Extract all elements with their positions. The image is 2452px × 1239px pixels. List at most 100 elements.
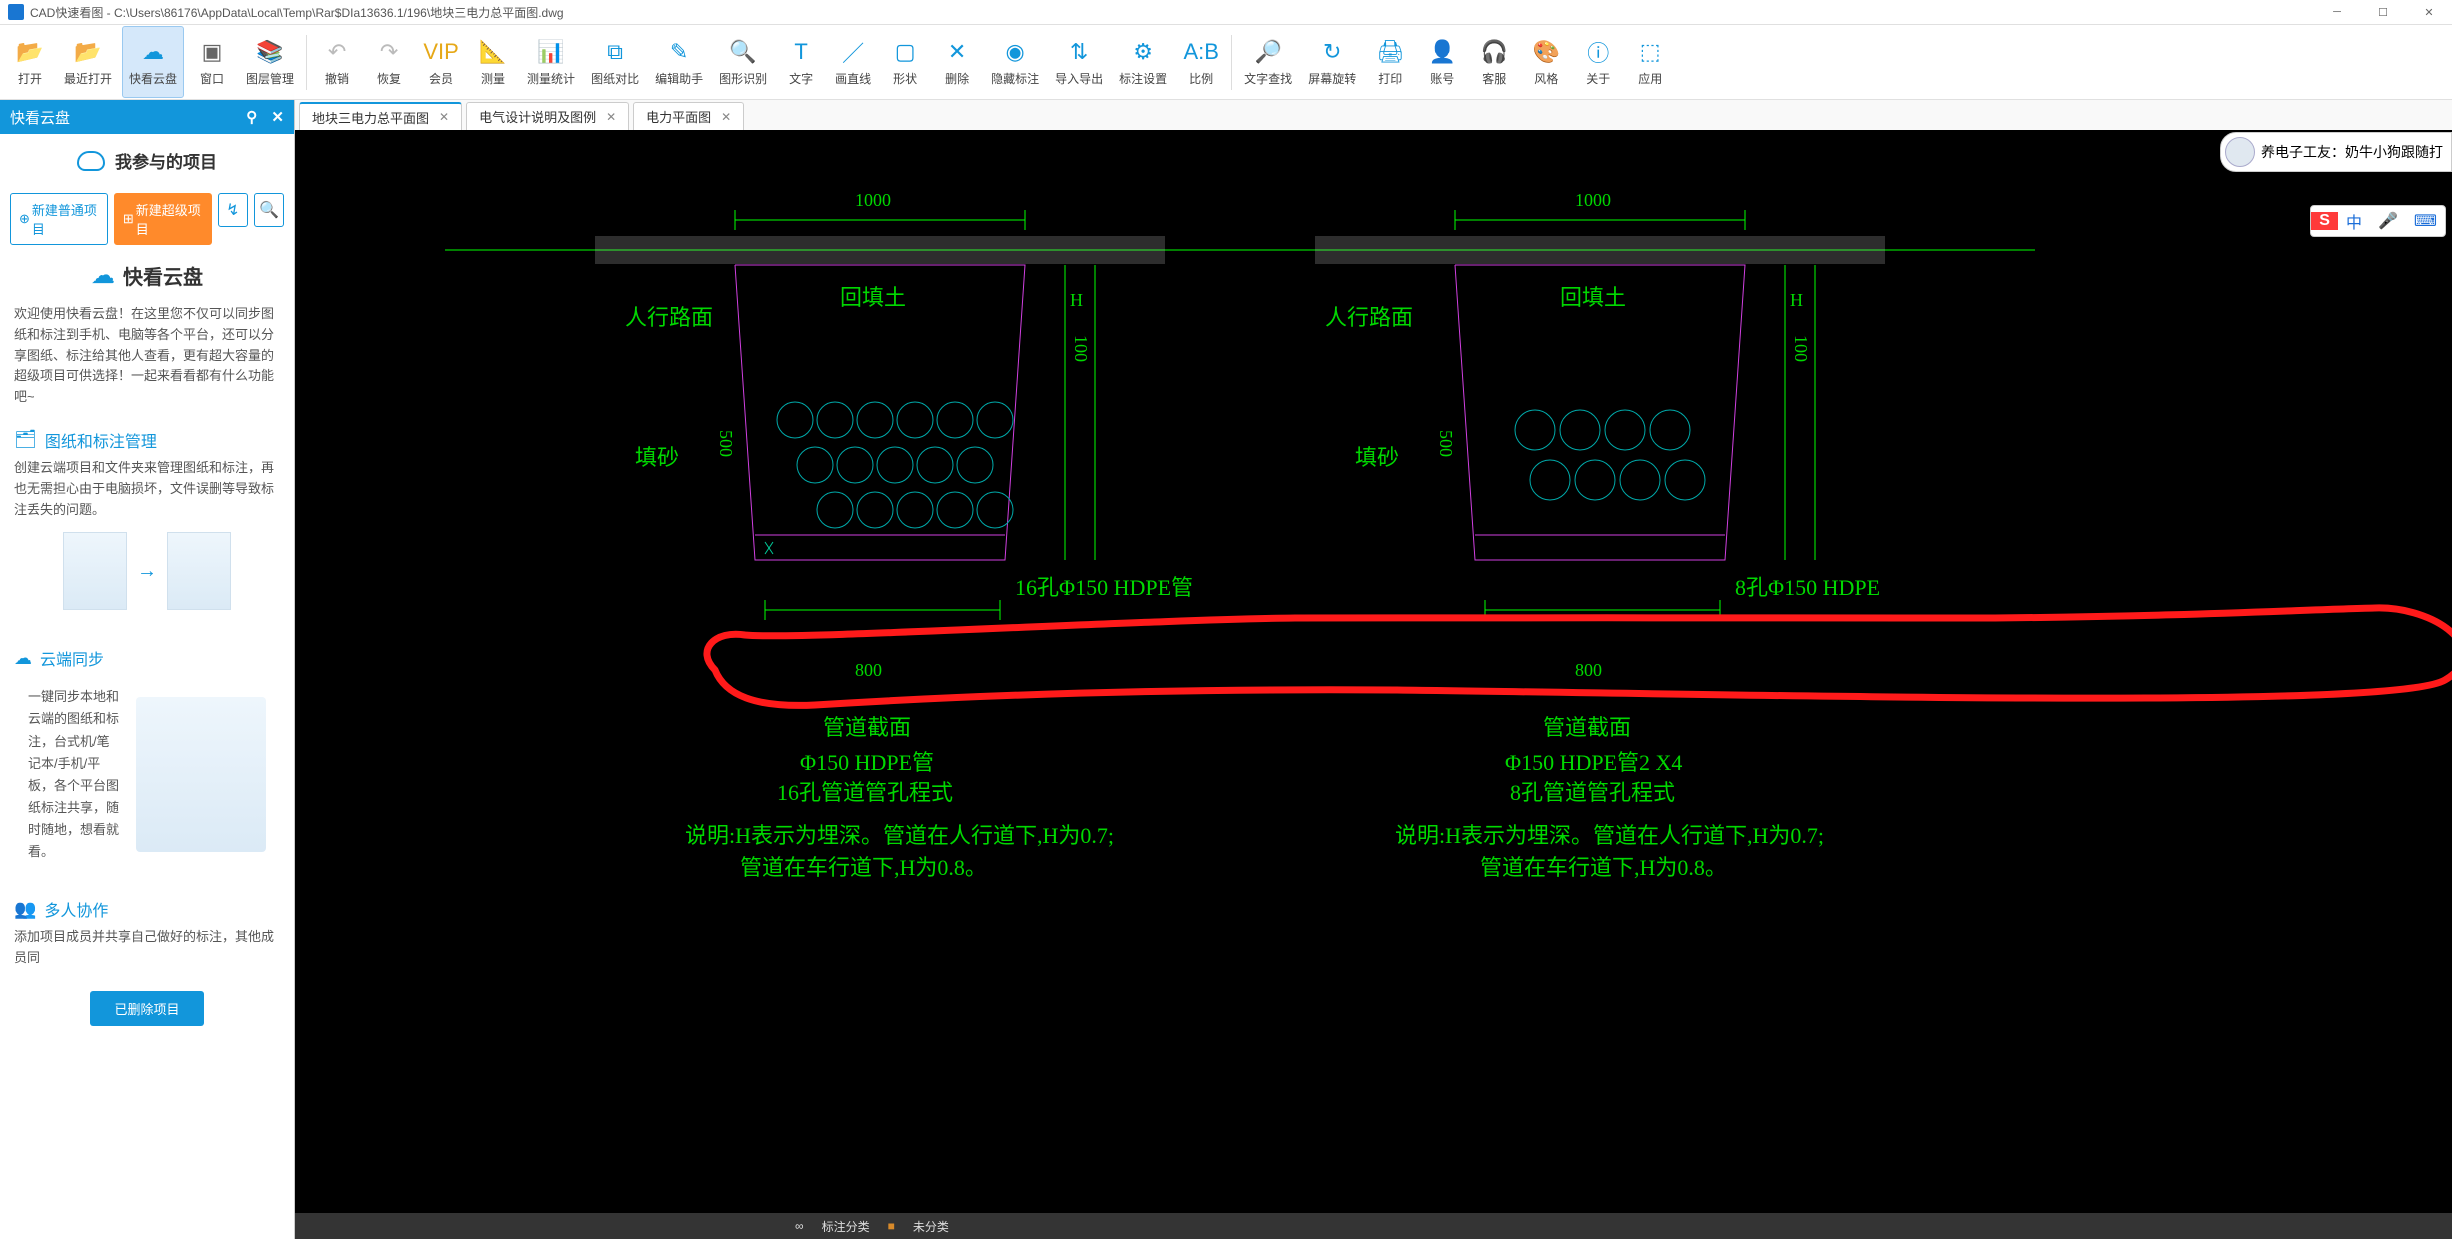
ime-mic-icon[interactable]: 🎤 [2370, 211, 2406, 231]
toolbar-label: 账号 [1430, 70, 1454, 87]
toolbar-label: 图纸对比 [591, 70, 639, 87]
search-button[interactable]: 🔍 [254, 193, 284, 227]
status-bar: ∞ 标注分类 ■ 未分类 [295, 1213, 2452, 1239]
canvas-area: 地块三电力总平面图✕电气设计说明及图例✕ 电力平面图 ✕ [295, 100, 2452, 1239]
new-normal-project-button[interactable]: ⊕新建普通项目 [10, 193, 108, 245]
minimize-button[interactable]: ─ [2314, 0, 2360, 25]
toolbar-应用[interactable]: ⬚应用 [1626, 26, 1674, 98]
toolbar-隐藏标注[interactable]: ◉隐藏标注 [985, 26, 1045, 98]
toolbar-恢复[interactable]: ↷恢复 [365, 26, 413, 98]
toolbar-会员[interactable]: VIP 会员 [417, 26, 465, 98]
tab-close-icon[interactable]: ✕ [721, 110, 731, 124]
toolbar-label: 图层管理 [246, 70, 294, 87]
toolbar-标注设置[interactable]: ⚙标注设置 [1113, 26, 1173, 98]
导入导出-icon: ⇅ [1065, 38, 1093, 66]
toolbar-图层管理[interactable]: 📚图层管理 [240, 26, 300, 98]
toolbar-图纸对比[interactable]: ⧉ 图纸对比 [585, 26, 645, 98]
toolbar-测量[interactable]: 📐测量 [469, 26, 517, 98]
图纸对比-icon: ⧉ [601, 38, 629, 66]
toolbar-label: 测量 [481, 70, 505, 87]
ime-keyboard-icon[interactable]: ⌨ [2406, 211, 2445, 231]
风格-icon: 🎨 [1532, 38, 1560, 66]
toolbar-label: 文字 [789, 70, 813, 87]
toolbar-形状[interactable]: ▢形状 [881, 26, 929, 98]
toolbar-label: 撤销 [325, 70, 349, 87]
status-category[interactable]: 标注分类 [822, 1218, 870, 1235]
brand-label: 快看云盘 [123, 261, 203, 290]
toolbar-label: 恢复 [377, 70, 401, 87]
tab-close-icon[interactable]: ✕ [606, 110, 616, 124]
屏幕旋转-icon: ↻ [1318, 38, 1346, 66]
应用-icon: ⬚ [1636, 38, 1664, 66]
toolbar-文字查找[interactable]: 🔎文字查找 [1238, 26, 1298, 98]
最近打开-icon: 📂 [74, 38, 102, 66]
dim-bottom-r: 800 [1575, 660, 1602, 681]
status-uncat[interactable]: 未分类 [913, 1218, 949, 1235]
tab-label: 电力平面图 [646, 107, 711, 126]
tab-电力平面图[interactable]: 电力平面图 ✕ [633, 102, 744, 130]
drawing-canvas[interactable]: 人行路面 1000 回填土 填砂 H 100 500 16孔Φ150 HDPE管… [295, 130, 2452, 1239]
dim-top-r: 1000 [1575, 190, 1611, 211]
会员-icon: VIP [427, 38, 455, 66]
section-desc: 创建云端项目和文件夹来管理图纸和标注，再也无需担心由于电脑损坏，文件误删等导致标… [14, 458, 280, 520]
toolbar-label: 文字查找 [1244, 70, 1292, 87]
text-holes-r: 8孔管道管孔程式 [1510, 775, 1675, 807]
toolbar-label: 会员 [429, 70, 453, 87]
user-badge[interactable]: 养电子工友：奶牛小狗跟随打 [2220, 132, 2452, 172]
ime-lang[interactable]: 中 [2338, 209, 2370, 233]
toolbar-测量统计[interactable]: 📊测量统计 [521, 26, 581, 98]
ime-badge[interactable]: S 中 🎤 ⌨ [2310, 205, 2446, 237]
toolbar-编辑助手[interactable]: ✎编辑助手 [649, 26, 709, 98]
toolbar-label: 编辑助手 [655, 70, 703, 87]
账号-icon: 👤 [1428, 38, 1456, 66]
toolbar-label: 标注设置 [1119, 70, 1167, 87]
welcome-text: 欢迎使用快看云盘！在这里您不仅可以同步图纸和标注到手机、电脑等各个平台，还可以分… [0, 296, 294, 416]
toolbar-撤销[interactable]: ↶ 撤销 [313, 26, 361, 98]
tab-电气设计说明及图例[interactable]: 电气设计说明及图例✕ [466, 102, 629, 130]
撤销-icon: ↶ [323, 38, 351, 66]
maximize-button[interactable]: ☐ [2360, 0, 2406, 25]
toolbar-删除[interactable]: ✕删除 [933, 26, 981, 98]
section-title: 图纸和标注管理 [45, 428, 157, 452]
new-super-project-button[interactable]: ⊞新建超级项目 [114, 193, 212, 245]
toolbar-比例[interactable]: A:B比例 [1177, 26, 1225, 98]
toolbar-快看云盘[interactable]: ☁快看云盘 [122, 26, 184, 98]
toolbar-屏幕旋转[interactable]: ↻屏幕旋转 [1302, 26, 1362, 98]
toolbar-窗口[interactable]: ▣窗口 [188, 26, 236, 98]
toolbar-账号[interactable]: 👤 账号 [1418, 26, 1466, 98]
section-drawings: 🗂 图纸和标注管理 创建云端项目和文件夹来管理图纸和标注，再也无需担心由于电脑损坏… [0, 416, 294, 634]
toolbar-label: 关于 [1586, 70, 1610, 87]
title-bar: CAD快速看图 - C:\Users\86176\AppData\Local\T… [0, 0, 2452, 25]
window-title: CAD快速看图 - C:\Users\86176\AppData\Local\T… [30, 4, 564, 21]
deleted-projects-button[interactable]: 已删除项目 [90, 991, 203, 1026]
toolbar-label: 形状 [893, 70, 917, 87]
toolbar-打印[interactable]: 🖨打印 [1366, 26, 1414, 98]
text-holes: 16孔管道管孔程式 [777, 775, 953, 807]
toolbar-画直线[interactable]: ／画直线 [829, 26, 877, 98]
toolbar-图形识别[interactable]: 🔍图形识别 [713, 26, 773, 98]
toolbar-关于[interactable]: ⓘ关于 [1574, 26, 1622, 98]
toolbar-风格[interactable]: 🎨风格 [1522, 26, 1570, 98]
arrow-icon: → [137, 560, 157, 583]
比例-icon: A:B [1187, 38, 1215, 66]
panel-title: 快看云盘 [10, 107, 70, 128]
panel-pin-icon[interactable]: ⚲ [246, 109, 257, 126]
refresh-button[interactable]: ↯ [218, 193, 248, 227]
toolbar-label: 快看云盘 [129, 70, 177, 87]
text-section: 管道截面 [823, 710, 911, 742]
toolbar-打开[interactable]: 📂打开 [6, 26, 54, 98]
section-desc: 一键同步本地和云端的图纸和标注，台式机/笔记本/手机/平板，各个平台图纸标注共享… [28, 686, 122, 863]
tab-close-icon[interactable]: ✕ [439, 110, 449, 124]
toolbar-label: 窗口 [200, 70, 224, 87]
close-button[interactable]: ✕ [2406, 0, 2452, 25]
toolbar-客服[interactable]: 🎧客服 [1470, 26, 1518, 98]
tab-地块三电力总平面图[interactable]: 地块三电力总平面图✕ [299, 102, 462, 130]
toolbar-文字[interactable]: T文字 [777, 26, 825, 98]
panel-close-icon[interactable]: ✕ [271, 109, 284, 126]
打开-icon: 📂 [16, 38, 44, 66]
section-collab: 👥多人协作 添加项目成员并共享自己做好的标注，其他成员同 [0, 885, 294, 981]
folder-icon: 🗂 [14, 429, 37, 450]
text-section-r: 管道截面 [1543, 710, 1631, 742]
toolbar-导入导出[interactable]: ⇅导入导出 [1049, 26, 1109, 98]
toolbar-最近打开[interactable]: 📂最近打开 [58, 26, 118, 98]
